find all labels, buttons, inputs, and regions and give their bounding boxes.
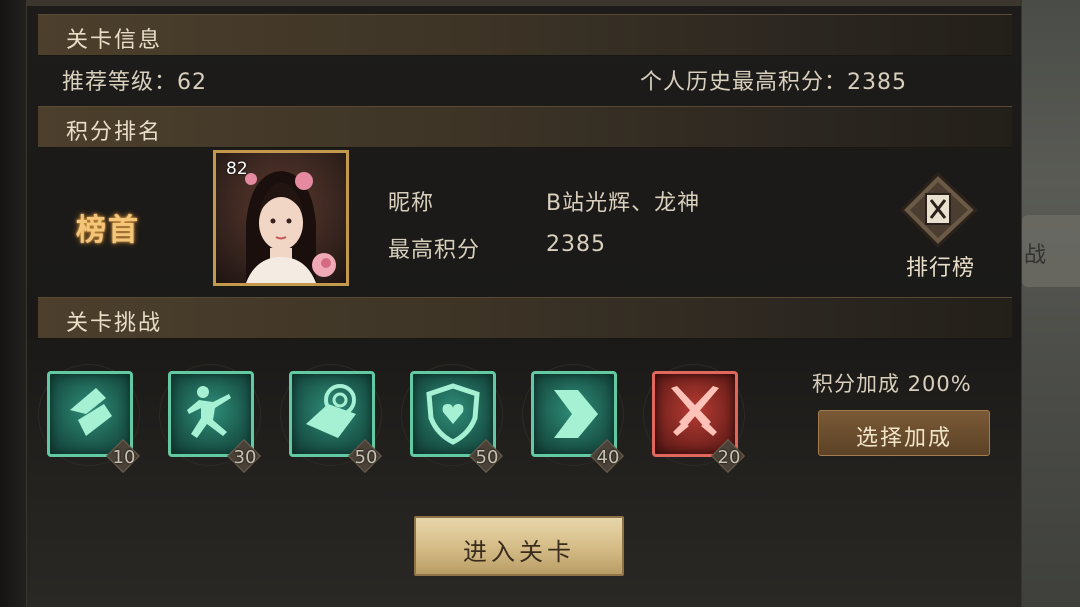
best-score-label: 最高积分	[388, 238, 481, 263]
running-figure-icon	[187, 386, 231, 438]
map-tab[interactable]: 战	[1022, 215, 1080, 287]
background-map: 战	[1020, 0, 1080, 607]
score-ranking-title: 积分排名	[66, 120, 163, 145]
skill-cost: 30	[233, 447, 257, 468]
score-bonus-text: 积分加成 200%	[812, 372, 972, 396]
challenge-skill-1[interactable]: 10	[38, 364, 140, 473]
score-ranking-header: 积分排名	[38, 106, 1012, 148]
enter-stage-label: 进入关卡	[463, 538, 575, 566]
panel-top-edge	[27, 0, 1021, 6]
skill-cost: 10	[112, 447, 136, 468]
recommended-level: 推荐等级：62	[62, 70, 207, 95]
player-portrait[interactable]: 82	[213, 150, 349, 286]
challenge-skill-4[interactable]: 50	[401, 364, 503, 473]
skill-cost: 40	[596, 447, 620, 468]
select-bonus-button[interactable]: 选择加成	[818, 410, 990, 456]
stage-info-header: 关卡信息	[38, 14, 1012, 56]
stage-info-title: 关卡信息	[66, 28, 163, 53]
leaderboard-button[interactable]: 排行榜	[899, 170, 1000, 281]
nickname-value: B站光辉、龙神	[546, 191, 701, 216]
background-left	[0, 0, 26, 607]
enter-stage-button[interactable]: 进入关卡	[414, 516, 624, 576]
skill-cost: 50	[475, 447, 499, 468]
portrait-level: 82	[226, 159, 248, 179]
challenge-skill-2[interactable]: 30	[159, 364, 261, 473]
select-bonus-label: 选择加成	[855, 426, 952, 451]
best-score-value: 2385	[546, 232, 606, 257]
stage-challenge-header: 关卡挑战	[38, 297, 1012, 339]
leaderboard-label: 排行榜	[906, 256, 976, 281]
challenge-skill-5[interactable]: 40	[522, 364, 624, 473]
crossed-swords-icon	[671, 386, 719, 436]
swirl-wave-icon	[306, 384, 356, 438]
stage-challenge-title: 关卡挑战	[66, 311, 163, 336]
broken-blade-icon	[70, 388, 112, 436]
skill-cost: 50	[354, 447, 378, 468]
map-tab-label: 战	[1024, 243, 1047, 268]
challenge-skill-6[interactable]: 20	[643, 364, 745, 473]
skill-cost: 20	[717, 447, 741, 468]
challenge-skill-3[interactable]: 50	[280, 364, 382, 473]
rank-first-label: 榜首	[76, 213, 140, 248]
personal-best-score: 个人历史最高积分：2385	[640, 70, 907, 95]
leaderboard-icon	[899, 171, 979, 249]
chevron-right-icon	[554, 390, 598, 438]
nickname-label: 昵称	[388, 191, 435, 216]
heart-shield-icon	[426, 383, 480, 445]
